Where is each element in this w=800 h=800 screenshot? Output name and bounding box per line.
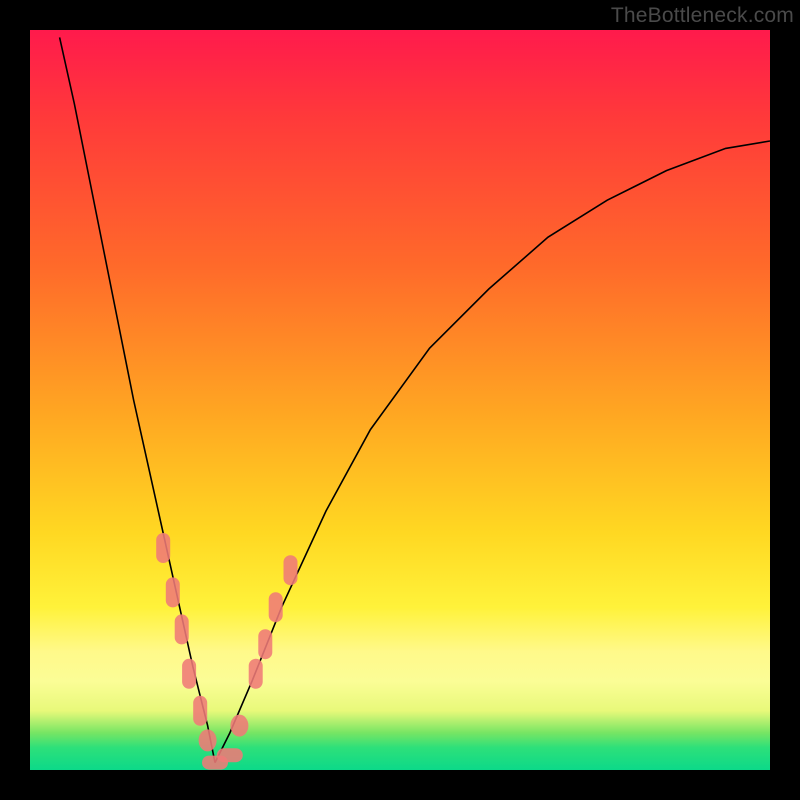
data-marker [258,629,272,659]
data-marker [249,659,263,689]
data-marker [230,715,248,737]
data-marker [193,696,207,726]
curve-group [60,37,770,762]
watermark-text: TheBottleneck.com [611,4,794,28]
data-marker [175,614,189,644]
data-marker [182,659,196,689]
data-marker [166,577,180,607]
curve-left [60,37,215,762]
data-marker [269,592,283,622]
data-marker [217,748,243,762]
curve-right [215,141,770,763]
marker-layer [156,533,297,770]
plot-area [30,30,770,770]
data-marker [284,555,298,585]
data-marker [156,533,170,563]
chart-frame: TheBottleneck.com [0,0,800,800]
chart-svg [30,30,770,770]
data-marker [199,729,217,751]
